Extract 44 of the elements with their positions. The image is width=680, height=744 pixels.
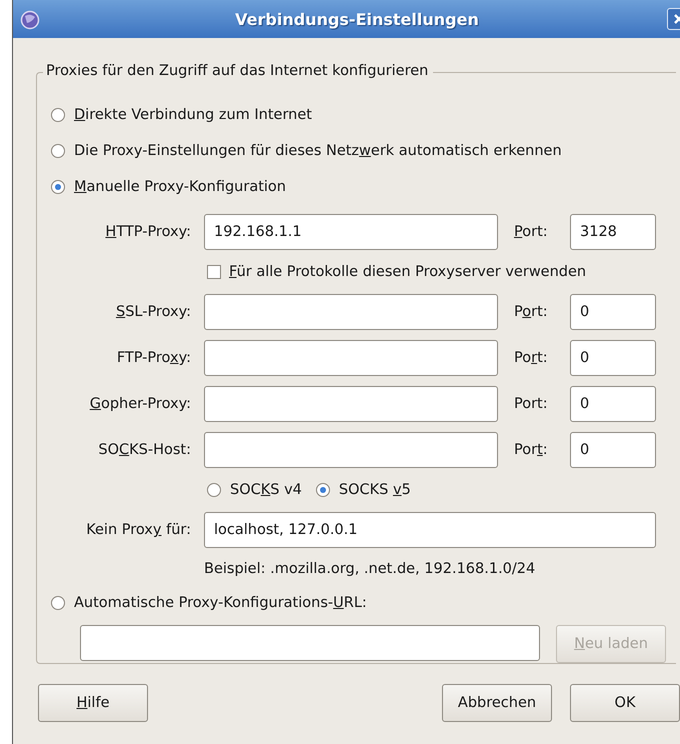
dialog-button[interactable]: OK [570, 684, 680, 722]
input-field[interactable] [204, 340, 498, 376]
hint-text: Beispiel: .mozilla.org, .net.de, 192.168.1.0/24 [204, 560, 536, 579]
input-field[interactable]: 192.168.1.1 [204, 214, 498, 250]
field-label: Port: [513, 442, 549, 458]
radio-label: Die Proxy-Einstellungen für dieses Netzwerk automatisch erkennen [74, 143, 562, 159]
input-field[interactable]: 0 [570, 432, 656, 468]
field-label: FTP-Proxy: [116, 350, 192, 366]
window-title: Verbindungs-Einstellungen [235, 10, 479, 28]
input-field[interactable]: 0 [570, 340, 656, 376]
field-label: SSL-Proxy: [114, 304, 192, 320]
radio-button[interactable] [51, 144, 65, 158]
field-label: SOCKS-Host: [97, 442, 192, 458]
field-label: Gopher-Proxy: [88, 396, 192, 412]
input-field[interactable] [80, 625, 540, 661]
globe-icon [20, 8, 40, 30]
field-label: Kein Proxy für: [85, 522, 192, 538]
radio-label: Automatische Proxy-Konfigurations-URL: [74, 595, 367, 611]
dialog-button[interactable]: Abbrechen [442, 684, 552, 722]
radio-label: SOCKS v5 [338, 482, 411, 498]
radio-button[interactable] [51, 108, 65, 122]
field-label: Port: [513, 396, 549, 412]
field-label: Port: [513, 304, 549, 320]
dialog-button[interactable]: Hilfe [38, 684, 148, 722]
radio-button[interactable] [51, 180, 65, 194]
input-field[interactable]: 0 [570, 386, 656, 422]
radio-label: Manuelle Proxy-Konfiguration [74, 179, 286, 195]
input-field[interactable]: localhost, 127.0.0.1 [204, 512, 656, 548]
field-label: Port: [513, 350, 549, 366]
field-label: Port: [513, 224, 549, 240]
radio-button[interactable] [207, 483, 221, 497]
radio-label: SOCKS v4 [230, 482, 302, 498]
input-field[interactable] [204, 386, 498, 422]
input-field[interactable] [204, 294, 498, 330]
input-field[interactable]: 0 [570, 294, 656, 330]
input-field[interactable]: 3128 [570, 214, 656, 250]
radio-button[interactable] [51, 596, 65, 610]
checkbox-label: Für alle Protokolle diesen Proxyserver verwenden [229, 264, 586, 280]
field-label: HTTP-Proxy: [104, 224, 192, 240]
radio-label: Direkte Verbindung zum Internet [74, 107, 312, 123]
checkbox[interactable] [207, 265, 221, 279]
radio-button[interactable] [316, 483, 330, 497]
input-field[interactable] [204, 432, 498, 468]
group-legend: Proxies für den Zugriff auf das Internet konfigurieren [43, 63, 434, 79]
